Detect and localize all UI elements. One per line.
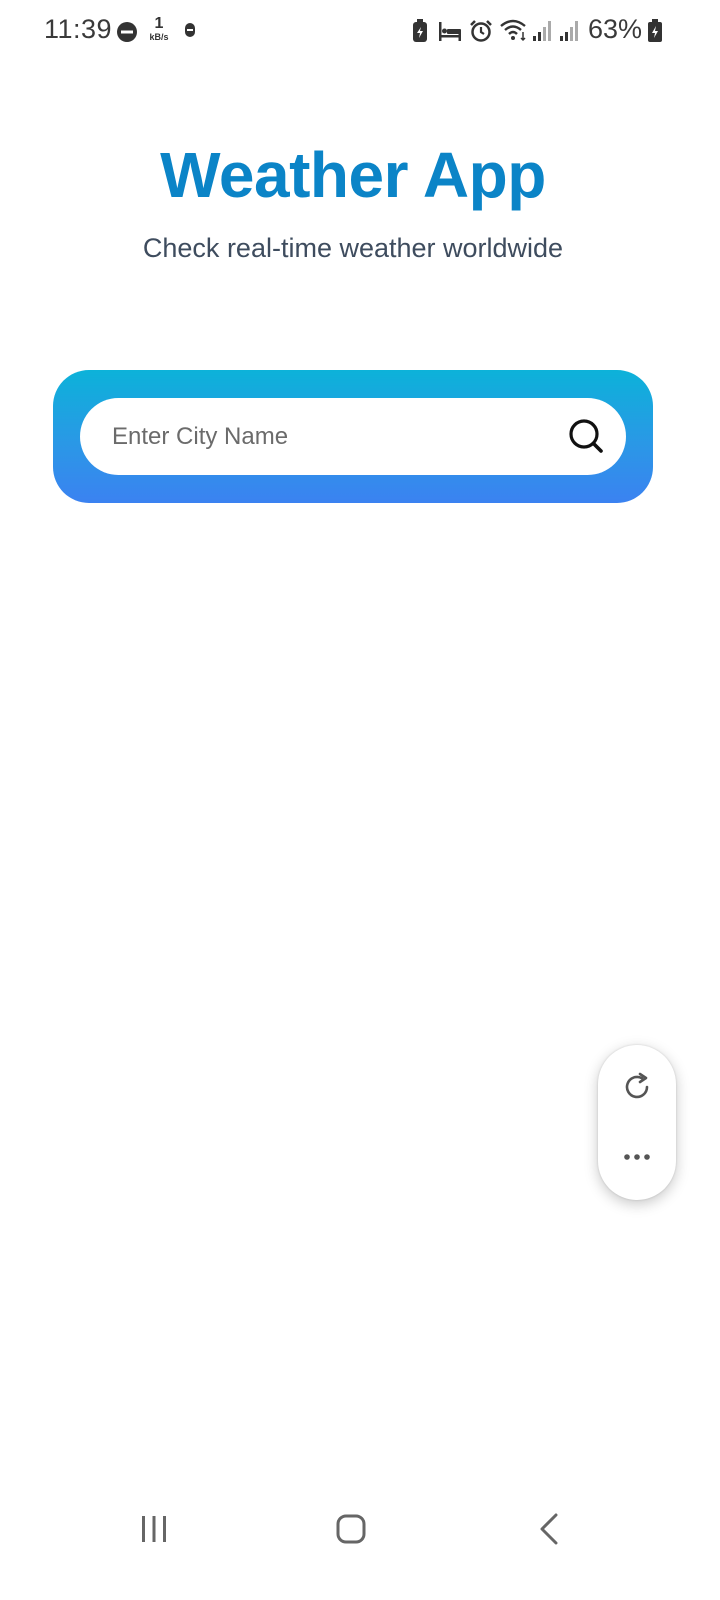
search-icon (569, 419, 603, 453)
recent-apps-icon (142, 1516, 166, 1542)
status-bar: 11:39 1 kB/s 63% (0, 0, 720, 64)
battery-percent: 63% (588, 14, 643, 44)
bot-icon (185, 23, 195, 37)
more-icon (624, 1154, 650, 1160)
navigation-bar (0, 1490, 720, 1570)
recent-apps-button[interactable] (136, 1512, 172, 1551)
battery-saver-icon (413, 19, 427, 42)
network-speed: 1 kB/s (146, 16, 172, 42)
refresh-button[interactable] (612, 1062, 662, 1112)
signal-icon (533, 21, 551, 41)
bed-icon (439, 22, 461, 41)
search-button[interactable] (566, 416, 606, 456)
app-subtitle: Check real-time weather worldwide (142, 233, 564, 263)
app-title: Weather App (160, 139, 546, 211)
floating-action-pill (598, 1045, 676, 1200)
search-card (53, 370, 653, 503)
wifi-icon (500, 19, 526, 42)
alarm-icon (470, 20, 492, 42)
back-button[interactable] (532, 1512, 566, 1551)
signal-icon (560, 21, 578, 41)
home-icon (336, 1514, 366, 1544)
home-button[interactable] (334, 1512, 368, 1551)
more-options-button[interactable] (612, 1132, 662, 1182)
network-speed-unit: kB/s (149, 32, 169, 42)
refresh-icon (625, 1072, 649, 1099)
status-time: 11:39 (44, 14, 113, 44)
city-search-input[interactable] (110, 416, 544, 458)
dnd-icon (117, 22, 137, 42)
back-icon (540, 1513, 558, 1545)
network-speed-value: 1 (154, 15, 164, 32)
search-box (80, 398, 626, 475)
battery-icon (648, 19, 662, 42)
